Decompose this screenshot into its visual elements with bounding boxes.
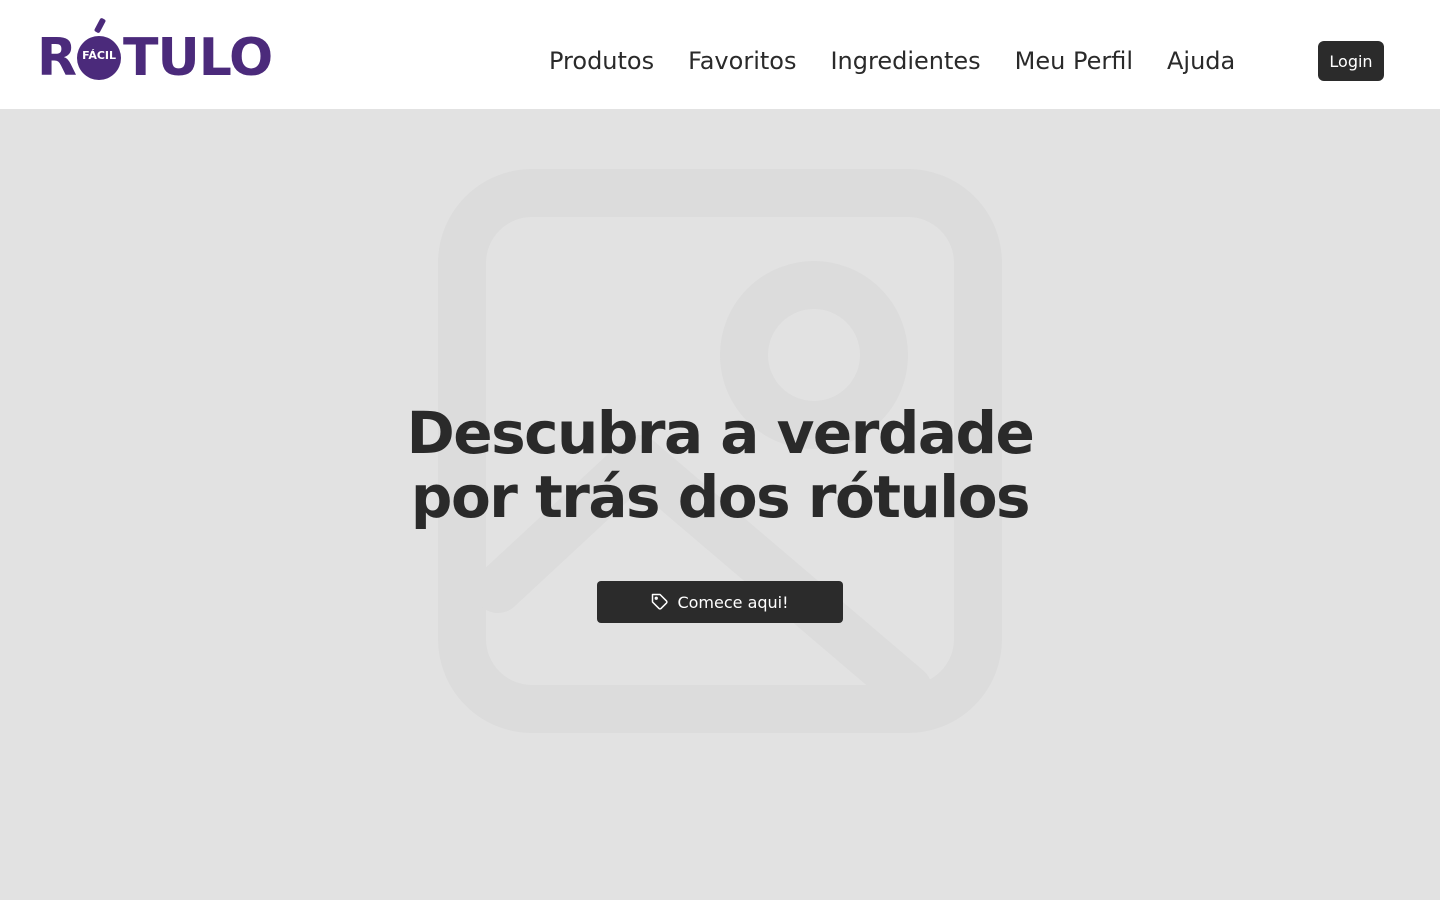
- rotulo-o-mark-icon: FÁCIL: [77, 17, 122, 80]
- tag-icon: [651, 593, 669, 611]
- hero-title: Descubra a verdade por trás dos rótulos: [320, 401, 1120, 529]
- hero-title-line-2: por trás dos rótulos: [410, 463, 1031, 531]
- logo-letters-tulo: TULO: [123, 28, 273, 88]
- nav-item-favoritos[interactable]: Favoritos: [688, 44, 796, 78]
- cta-label: Comece aqui!: [677, 592, 789, 612]
- comece-aqui-button[interactable]: Comece aqui!: [597, 581, 843, 623]
- logo-facil-label: FÁCIL: [82, 49, 117, 62]
- login-button[interactable]: Login: [1318, 41, 1384, 81]
- nav-item-ingredientes[interactable]: Ingredientes: [830, 44, 980, 78]
- logo-accent-mark: [93, 17, 107, 34]
- nav-item-produtos[interactable]: Produtos: [549, 44, 654, 78]
- nav-item-ajuda[interactable]: Ajuda: [1167, 44, 1235, 78]
- site-header: R FÁCIL TULO Produtos Favoritos Ingredie…: [0, 0, 1440, 109]
- logo-letter-r: R: [37, 28, 77, 88]
- rotulo-facil-logo[interactable]: R FÁCIL TULO: [37, 17, 273, 88]
- nav-item-meu-perfil[interactable]: Meu Perfil: [1015, 44, 1133, 78]
- hero-section: Descubra a verdade por trás dos rótulos …: [0, 109, 1440, 900]
- main-nav: Produtos Favoritos Ingredientes Meu Perf…: [549, 44, 1235, 78]
- hero-title-line-1: Descubra a verdade: [406, 399, 1035, 467]
